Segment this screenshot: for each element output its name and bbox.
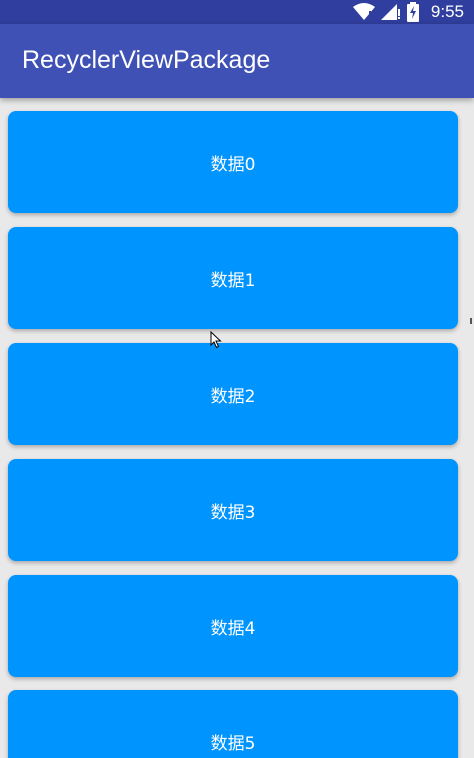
list-item-label: 数据2 xyxy=(210,386,256,407)
app-bar: RecyclerViewPackage xyxy=(0,24,474,98)
list-item-label: 数据4 xyxy=(210,618,256,639)
mouse-cursor-icon xyxy=(210,330,222,353)
list-item[interactable]: 数据2 xyxy=(8,343,458,445)
list-item-label: 数据3 xyxy=(210,502,256,523)
scroll-edge-mark xyxy=(470,318,472,324)
list-item-label: 数据5 xyxy=(210,733,256,754)
status-icons: 9:55 xyxy=(352,0,464,24)
list-item[interactable]: 数据1 xyxy=(8,227,458,329)
list-item-label: 数据1 xyxy=(210,270,256,291)
status-clock: 9:55 xyxy=(430,2,464,21)
list-item-label: 数据0 xyxy=(210,154,256,175)
list-item[interactable]: 数据5 xyxy=(8,690,458,758)
status-bar: 9:55 xyxy=(0,0,474,24)
signal-icon xyxy=(380,3,401,21)
recycler-list[interactable]: 数据0 数据1 数据2 数据3 数据4 数据5 xyxy=(0,98,474,758)
wifi-icon xyxy=(352,3,375,21)
list-item[interactable]: 数据3 xyxy=(8,459,458,561)
battery-charging-icon xyxy=(406,2,419,22)
app-title: RecyclerViewPackage xyxy=(22,46,271,74)
list-item[interactable]: 数据4 xyxy=(8,575,458,677)
list-item[interactable]: 数据0 xyxy=(8,111,458,213)
